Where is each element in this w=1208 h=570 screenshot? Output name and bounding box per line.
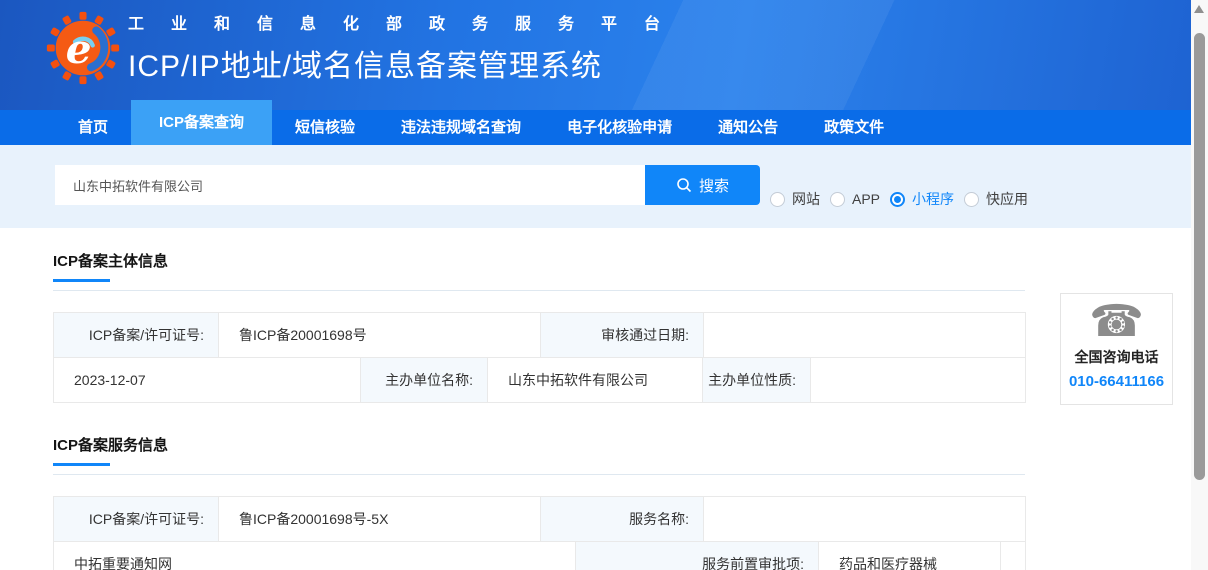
main-nav: 首页 ICP备案查询 短信核验 违法违规域名查询 电子化核验申请 通知公告 政策… — [0, 110, 1191, 145]
nav-item-sms-verify[interactable]: 短信核验 — [272, 110, 378, 145]
title-underline — [53, 463, 110, 466]
field-label: 主办单位名称: — [361, 358, 488, 403]
radio-circle-icon — [770, 192, 785, 207]
search-type-radio-group: 网站 APP 小程序 快应用 — [770, 189, 1028, 209]
table-row: ICP备案/许可证号: 鲁ICP备20001698号 审核通过日期: — [54, 313, 1026, 358]
table-row: ICP备案/许可证号: 鲁ICP备20001698号-5X 服务名称: — [54, 497, 1026, 542]
table-row: 2023-12-07 主办单位名称: 山东中拓软件有限公司 主办单位性质: — [54, 358, 1026, 403]
nav-item-illegal-domain-query[interactable]: 违法违规域名查询 — [378, 110, 544, 145]
radio-label: 小程序 — [912, 189, 954, 209]
subject-info-table: ICP备案/许可证号: 鲁ICP备20001698号 审核通过日期: 2023-… — [53, 312, 1026, 403]
platform-title: 工业和信息化部政务服务平台 — [128, 10, 687, 34]
nav-item-icp-query[interactable]: ICP备案查询 — [131, 100, 272, 145]
field-value: 中拓重要通知网 — [54, 542, 576, 570]
section-divider — [53, 474, 1025, 475]
radio-circle-icon — [964, 192, 979, 207]
service-section-title: ICP备案服务信息 — [53, 436, 1191, 456]
telephone-icon: ☎ — [1061, 298, 1172, 346]
scrollbar-thumb[interactable] — [1194, 33, 1205, 480]
scroll-up-arrow-icon[interactable] — [1194, 5, 1204, 13]
nav-item-e-verify-apply[interactable]: 电子化核验申请 — [544, 110, 695, 145]
main-content: ICP备案主体信息 ICP备案/许可证号: 鲁ICP备20001698号 审核通… — [0, 228, 1191, 570]
field-value-empty — [704, 497, 1026, 542]
svg-text:e: e — [66, 25, 92, 73]
contact-label: 全国咨询电话 — [1061, 347, 1172, 367]
radio-option-quickapp[interactable]: 快应用 — [964, 189, 1028, 209]
radio-label: 网站 — [792, 189, 820, 209]
nav-item-notices[interactable]: 通知公告 — [695, 110, 801, 145]
nav-item-policy-files[interactable]: 政策文件 — [801, 110, 907, 145]
field-label: 服务前置审批项: — [576, 542, 819, 570]
site-header: e 工业和信息化部政务服务平台 ICP/IP地址/域名信息备案管理系统 — [0, 0, 1191, 110]
field-value-empty — [811, 358, 1026, 403]
radio-label: 快应用 — [986, 189, 1028, 209]
field-label: 主办单位性质: — [703, 358, 811, 403]
search-icon — [676, 177, 692, 193]
field-value: 山东中拓软件有限公司 — [488, 358, 703, 403]
contact-phone-number: 010-66411166 — [1061, 373, 1172, 390]
section-divider — [53, 290, 1025, 291]
field-value-empty — [704, 313, 1026, 358]
service-info-table: ICP备案/许可证号: 鲁ICP备20001698号-5X 服务名称: 中拓重要… — [53, 496, 1026, 570]
header-titles: 工业和信息化部政务服务平台 ICP/IP地址/域名信息备案管理系统 — [128, 10, 687, 85]
field-value: 鲁ICP备20001698号-5X — [219, 497, 541, 542]
radio-option-website[interactable]: 网站 — [770, 189, 820, 209]
title-underline — [53, 279, 110, 282]
radio-circle-icon — [830, 192, 845, 207]
table-row: 中拓重要通知网 服务前置审批项: 药品和医疗器械 — [54, 542, 1026, 570]
field-label: ICP备案/许可证号: — [54, 313, 219, 358]
field-value: 2023-12-07 — [54, 358, 361, 403]
page: e 工业和信息化部政务服务平台 ICP/IP地址/域名信息备案管理系统 首页 I… — [0, 0, 1191, 570]
field-label: 审核通过日期: — [541, 313, 704, 358]
nav-item-home[interactable]: 首页 — [55, 110, 131, 145]
radio-option-app[interactable]: APP — [830, 191, 880, 207]
search-input[interactable] — [55, 165, 645, 205]
field-label: ICP备案/许可证号: — [54, 497, 219, 542]
field-value: 鲁ICP备20001698号 — [219, 313, 541, 358]
radio-label: APP — [852, 191, 880, 207]
field-value-empty — [1001, 542, 1026, 570]
radio-option-miniprogram[interactable]: 小程序 — [890, 189, 954, 209]
radio-circle-checked-icon — [890, 192, 905, 207]
search-bar: 搜索 网站 APP 小程序 快应用 — [0, 145, 1191, 228]
search-button[interactable]: 搜索 — [645, 165, 760, 205]
search-button-label: 搜索 — [699, 175, 729, 196]
subject-section-title: ICP备案主体信息 — [53, 252, 1191, 272]
gear-e-logo-icon[interactable]: e — [46, 11, 120, 85]
system-title: ICP/IP地址/域名信息备案管理系统 — [128, 41, 687, 85]
contact-card: ☎ 全国咨询电话 010-66411166 — [1060, 293, 1173, 405]
field-value: 药品和医疗器械 — [819, 542, 1001, 570]
field-label: 服务名称: — [541, 497, 704, 542]
vertical-scrollbar[interactable] — [1191, 0, 1208, 570]
